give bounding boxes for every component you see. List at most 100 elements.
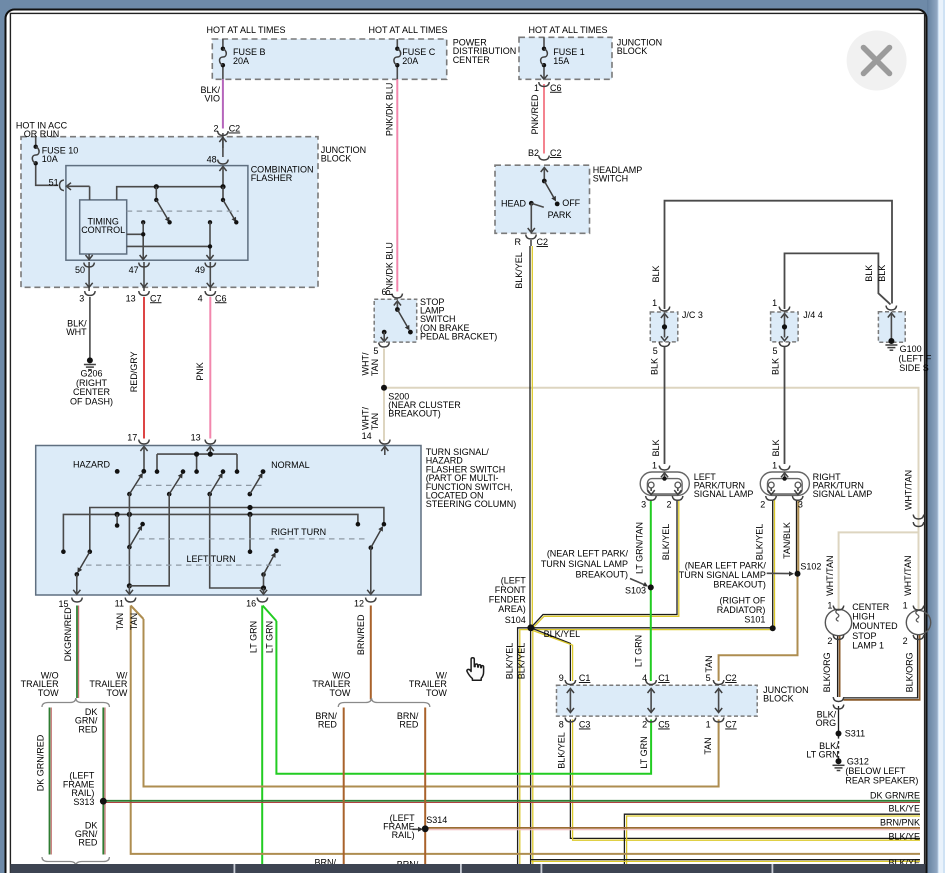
svg-text:C1: C1 (579, 673, 591, 683)
svg-text:1: 1 (652, 298, 657, 308)
svg-text:1: 1 (827, 600, 832, 610)
svg-text:C6: C6 (215, 293, 227, 303)
svg-text:8: 8 (559, 720, 564, 730)
svg-text:C7: C7 (150, 293, 162, 303)
svg-text:20A: 20A (233, 56, 249, 66)
svg-text:RED: RED (318, 720, 338, 730)
svg-text:PNK/RED: PNK/RED (530, 94, 540, 135)
svg-text:WHT/: WHT/ (361, 352, 371, 375)
svg-text:16: 16 (246, 599, 256, 609)
svg-text:12: 12 (354, 599, 364, 609)
svg-text:(LEFT: (LEFT (501, 576, 527, 586)
svg-text:S313: S313 (73, 797, 94, 807)
svg-text:HAZARD: HAZARD (73, 460, 111, 470)
svg-text:5: 5 (653, 346, 658, 356)
svg-text:VIO: VIO (204, 94, 220, 104)
svg-text:1: 1 (534, 83, 539, 93)
svg-text:BLK/ORG: BLK/ORG (904, 652, 914, 692)
svg-text:TOW: TOW (330, 688, 351, 698)
svg-text:WHT/TAN: WHT/TAN (825, 556, 835, 596)
svg-text:1: 1 (652, 461, 657, 471)
svg-text:G312: G312 (847, 756, 869, 766)
svg-text:S104: S104 (505, 615, 526, 625)
svg-text:BLOCK: BLOCK (763, 694, 794, 704)
svg-text:BREAKOUT): BREAKOUT) (388, 409, 441, 419)
svg-text:BLK/YEL: BLK/YEL (514, 252, 524, 289)
svg-text:20A: 20A (402, 56, 418, 66)
svg-text:(NEAR LEFT PARK/: (NEAR LEFT PARK/ (685, 561, 767, 571)
svg-text:BLK: BLK (771, 358, 781, 375)
svg-text:TAN: TAN (370, 359, 380, 376)
svg-text:11: 11 (115, 599, 124, 609)
svg-text:C7: C7 (725, 720, 737, 730)
svg-text:BLK/YE: BLK/YE (888, 832, 920, 842)
svg-text:WHT: WHT (66, 327, 87, 337)
svg-text:TAN: TAN (115, 613, 125, 630)
svg-text:SWITCH: SWITCH (593, 174, 629, 184)
svg-text:RAIL): RAIL) (392, 830, 415, 840)
svg-text:BLK/ORG: BLK/ORG (822, 652, 832, 692)
svg-text:LEFT TURN: LEFT TURN (187, 554, 236, 564)
svg-text:3: 3 (798, 499, 803, 509)
svg-text:CENTER: CENTER (453, 55, 491, 65)
svg-text:C2: C2 (537, 237, 549, 247)
svg-text:TAN: TAN (129, 613, 139, 630)
svg-text:B2: B2 (528, 148, 539, 158)
svg-text:C6: C6 (550, 83, 562, 93)
svg-text:J/C 3: J/C 3 (682, 310, 703, 320)
svg-text:G100: G100 (900, 344, 922, 354)
svg-text:SIGNAL LAMP: SIGNAL LAMP (813, 489, 873, 499)
svg-text:LT GRN: LT GRN (806, 750, 838, 760)
svg-text:49: 49 (195, 265, 205, 275)
svg-text:FRONT: FRONT (495, 585, 526, 595)
svg-text:51: 51 (49, 178, 59, 188)
svg-text:LT GRN: LT GRN (639, 736, 649, 768)
svg-text:TOW: TOW (38, 688, 59, 698)
svg-text:13: 13 (191, 433, 201, 443)
svg-text:6: 6 (381, 287, 386, 297)
svg-text:ORG: ORG (816, 718, 837, 728)
svg-text:SIGNAL LAMP: SIGNAL LAMP (694, 489, 754, 499)
svg-text:1: 1 (772, 298, 777, 308)
svg-text:BLK/YEL: BLK/YEL (754, 524, 764, 561)
svg-text:OR RUN: OR RUN (24, 129, 60, 139)
svg-text:WHT/: WHT/ (361, 407, 371, 430)
svg-text:LT GRN: LT GRN (265, 621, 275, 653)
svg-text:PNK: PNK (195, 362, 205, 381)
svg-text:AREA): AREA) (498, 604, 526, 614)
svg-text:BLOCK: BLOCK (321, 154, 352, 164)
svg-text:BLK: BLK (650, 358, 660, 375)
svg-text:PNK/DK BLU: PNK/DK BLU (384, 83, 394, 137)
svg-text:TAN/BLK: TAN/BLK (782, 522, 792, 559)
svg-text:STOP: STOP (852, 631, 876, 641)
svg-text:(BELOW LEFT: (BELOW LEFT (845, 766, 906, 776)
svg-text:RED: RED (78, 838, 98, 848)
svg-text:50: 50 (75, 265, 85, 275)
svg-text:1: 1 (903, 600, 908, 610)
svg-text:5: 5 (706, 673, 711, 683)
svg-text:FENDER: FENDER (489, 595, 527, 605)
svg-text:RIGHT TURN: RIGHT TURN (271, 527, 326, 537)
svg-text:C2: C2 (725, 673, 737, 683)
svg-text:DK GRN/RE: DK GRN/RE (870, 790, 920, 800)
svg-text:47: 47 (129, 265, 139, 275)
svg-text:(NEAR LEFT PARK/: (NEAR LEFT PARK/ (547, 549, 629, 559)
svg-text:TURN SIGNAL LAMP: TURN SIGNAL LAMP (541, 559, 628, 569)
svg-text:S311: S311 (845, 729, 865, 739)
svg-text:3: 3 (79, 293, 84, 303)
svg-text:2: 2 (903, 636, 908, 646)
svg-text:SIDE S: SIDE S (899, 363, 929, 373)
svg-text:HIGH: HIGH (852, 612, 875, 622)
svg-text:DKGRN/RED: DKGRN/RED (63, 607, 73, 662)
svg-text:TAN: TAN (704, 655, 714, 672)
svg-text:(LEFT F: (LEFT F (899, 354, 932, 364)
svg-text:LT GRN: LT GRN (634, 635, 644, 667)
svg-text:S314: S314 (426, 815, 447, 825)
svg-text:2: 2 (213, 124, 218, 134)
svg-text:HEAD: HEAD (501, 198, 527, 208)
svg-text:BLK: BLK (651, 265, 661, 282)
svg-text:(RIGHT OF: (RIGHT OF (720, 596, 766, 606)
svg-text:BLK: BLK (864, 265, 874, 282)
svg-text:CONTROL: CONTROL (81, 225, 125, 235)
svg-text:BRN/RED: BRN/RED (356, 614, 366, 655)
